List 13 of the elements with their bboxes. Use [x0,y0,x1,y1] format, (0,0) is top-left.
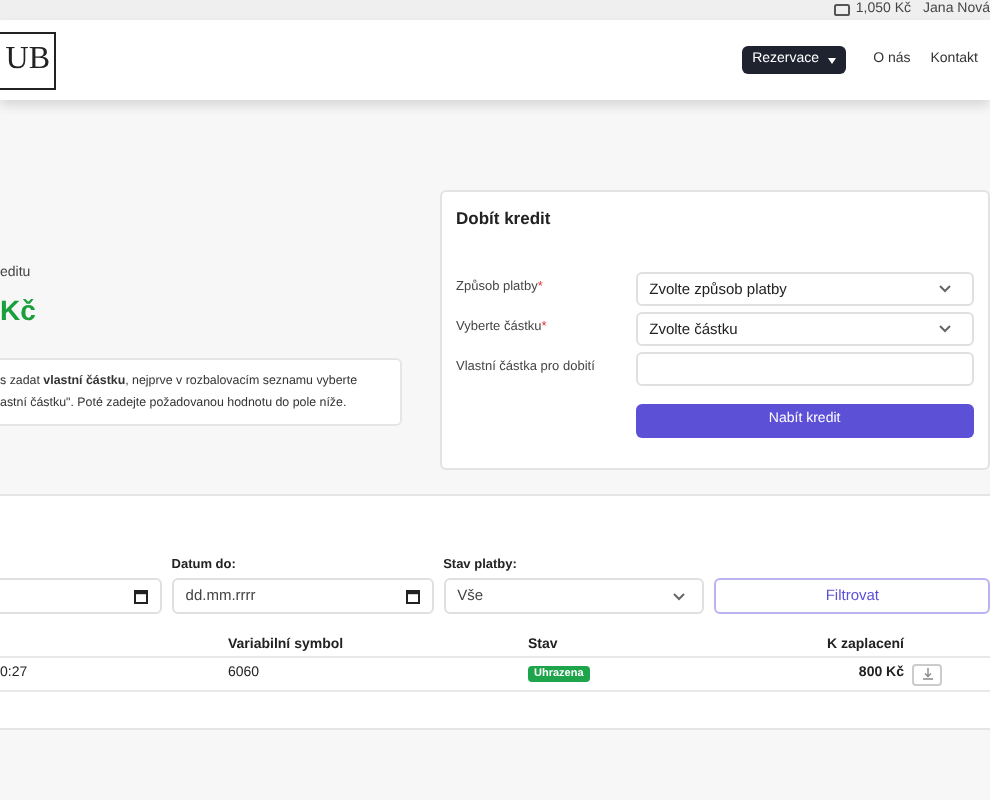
wallet-icon [833,4,850,16]
credit-amount: Kč [0,291,38,329]
chevron-down-icon [672,591,687,601]
caret-icon [827,57,836,63]
chevron-down-icon [938,283,952,294]
download-icon [921,668,933,680]
input-field[interactable] [635,351,974,386]
calendar-icon [133,589,148,603]
download-button[interactable] [912,663,942,685]
calendar-icon [405,589,420,603]
card-title: Dobít kredit [456,206,553,232]
chevron-down-icon [938,323,952,334]
logo[interactable]: UB [0,31,56,89]
